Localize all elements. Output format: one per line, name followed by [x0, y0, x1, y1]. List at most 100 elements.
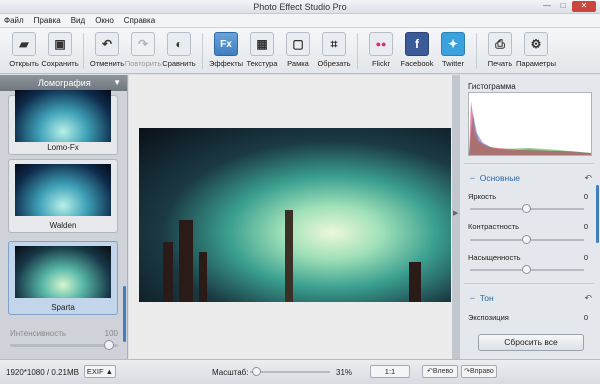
intensity-slider-knob[interactable]: [104, 340, 114, 350]
adjustments-panel: Гистограмма − Основные ↶ Яркость 0 Контра…: [460, 75, 600, 359]
effect-name: Lomo-Fx: [47, 143, 79, 152]
flickr-icon: ●●: [369, 32, 393, 56]
settings-button[interactable]: ⚙ Параметры: [516, 32, 556, 68]
divider: [464, 163, 594, 164]
effect-thumb-walden[interactable]: Walden: [8, 159, 118, 233]
texture-icon: ▦: [250, 32, 274, 56]
menu-view[interactable]: Вид: [71, 16, 85, 25]
save-label: Сохранить: [41, 59, 79, 68]
undo-button[interactable]: ↶ Отменить: [89, 32, 125, 68]
menu-window[interactable]: Окно: [95, 16, 114, 25]
effect-thumb-lomo-fx[interactable]: Lomo-Fx: [8, 90, 118, 155]
adjust-label: Контрастность: [468, 222, 520, 231]
building-shape: [199, 252, 207, 302]
close-button[interactable]: ✕: [572, 1, 596, 12]
adjust-row-contrast: Контрастность 0: [468, 222, 592, 231]
divider: [464, 283, 594, 284]
histogram: [468, 92, 592, 156]
menu-help[interactable]: Справка: [124, 16, 155, 25]
canvas-area: [129, 75, 452, 359]
compare-button[interactable]: ◐ Сравнить: [161, 32, 197, 68]
section-title: Основные: [479, 173, 521, 183]
slider-knob[interactable]: [522, 235, 531, 244]
adjustments-scrollbar[interactable]: [596, 185, 599, 243]
effects-panel: Ломография ▼ Lomo-Fx Walden Sparta Интен…: [0, 75, 128, 359]
minimize-button[interactable]: —: [540, 1, 554, 12]
effect-name: Walden: [49, 221, 77, 230]
menu-edit[interactable]: Правка: [34, 16, 61, 25]
facebook-button[interactable]: f Facebook: [399, 32, 435, 68]
effects-label: Эффекты: [208, 59, 244, 68]
print-icon: ⎙: [488, 32, 512, 56]
building-shape: [163, 242, 173, 302]
histogram-graph: [469, 101, 591, 155]
reset-section-icon[interactable]: ↶: [584, 171, 592, 185]
redo-button[interactable]: ↷ Повторить: [125, 32, 161, 68]
crop-icon: ⌗: [322, 32, 346, 56]
frame-button[interactable]: ▢ Рамка: [280, 32, 316, 68]
slider-knob[interactable]: [522, 204, 531, 213]
frame-label: Рамка: [287, 59, 309, 68]
intensity-slider[interactable]: [10, 340, 118, 350]
chevron-down-icon: ▼: [113, 78, 121, 87]
menu-file[interactable]: Файл: [4, 16, 24, 25]
actual-size-button[interactable]: 1:1: [370, 365, 410, 378]
save-button[interactable]: ▣ Сохранить: [41, 32, 79, 68]
adjust-row-saturation: Насыщенность 0: [468, 253, 592, 262]
facebook-icon: f: [405, 32, 429, 56]
texture-label: Текстура: [246, 59, 278, 68]
effects-scrollbar[interactable]: [123, 286, 126, 342]
section-header-tone[interactable]: − Тон ↶: [462, 291, 596, 305]
crop-label: Обрезать: [317, 59, 351, 68]
toolbar-divider: [202, 33, 203, 69]
slider-knob[interactable]: [522, 265, 531, 274]
maximize-button[interactable]: □: [556, 1, 570, 12]
zoom-slider-knob[interactable]: [252, 367, 261, 376]
zoom-label: Масштаб:: [212, 368, 249, 377]
twitter-button[interactable]: ✦ Twitter: [435, 32, 471, 68]
histogram-title: Гистограмма: [468, 82, 516, 91]
status-bar: 1920*1080 / 0.21MB EXIF ▲ Масштаб: 31% 1…: [0, 359, 600, 384]
folder-icon: ▰: [12, 32, 36, 56]
title-bar: Photo Effect Studio Pro — □ ✕: [0, 0, 600, 14]
effect-preview-image: [15, 90, 111, 142]
open-button[interactable]: ▰ Открыть: [6, 32, 42, 68]
texture-button[interactable]: ▦ Текстура: [244, 32, 280, 68]
building-shape: [285, 210, 293, 302]
adjust-label: Яркость: [468, 192, 497, 201]
compare-label: Сравнить: [162, 59, 196, 68]
redo-icon: ↷: [131, 32, 155, 56]
rotate-left-button[interactable]: ↶Влево: [422, 365, 458, 378]
crop-button[interactable]: ⌗ Обрезать: [316, 32, 352, 68]
collapse-icon: −: [470, 173, 475, 183]
rotate-right-button[interactable]: ↷Вправо: [461, 365, 497, 378]
adjust-label: Насыщенность: [468, 253, 521, 262]
reset-all-button[interactable]: Сбросить все: [478, 334, 584, 351]
twitter-label: Twitter: [441, 59, 465, 68]
reset-section-icon[interactable]: ↶: [584, 291, 592, 305]
adjust-label: Экспозиция: [468, 313, 509, 322]
twitter-icon: ✦: [441, 32, 465, 56]
intensity-label: Интенсивность: [10, 329, 67, 338]
category-dropdown[interactable]: Ломография ▼: [0, 75, 127, 91]
toolbar-divider: [476, 33, 477, 69]
contrast-slider[interactable]: [470, 235, 584, 244]
print-button[interactable]: ⎙ Печать: [482, 32, 518, 68]
flickr-button[interactable]: ●● Flickr: [363, 32, 399, 68]
zoom-slider[interactable]: [250, 367, 330, 376]
brightness-slider[interactable]: [470, 204, 584, 213]
section-header-basic[interactable]: − Основные ↶: [462, 171, 596, 185]
adjust-value: 0: [583, 222, 588, 231]
flickr-glyph: ●●: [375, 39, 387, 49]
expand-arrow-icon: ▶: [453, 210, 459, 217]
category-label: Ломография: [38, 78, 91, 88]
toolbar: ▰ Открыть ▣ Сохранить ↶ Отменить ↷ Повторить…: [0, 28, 600, 74]
saturation-slider[interactable]: [470, 265, 584, 274]
undo-label: Отменить: [89, 59, 125, 68]
redo-label: Повторить: [124, 59, 162, 68]
exif-button[interactable]: EXIF ▲: [84, 365, 116, 378]
section-title: Тон: [479, 293, 494, 303]
effect-thumb-sparta[interactable]: Sparta: [8, 241, 118, 315]
panel-toggle[interactable]: ▶: [452, 75, 460, 359]
effects-button[interactable]: Fx Эффекты: [208, 32, 244, 68]
